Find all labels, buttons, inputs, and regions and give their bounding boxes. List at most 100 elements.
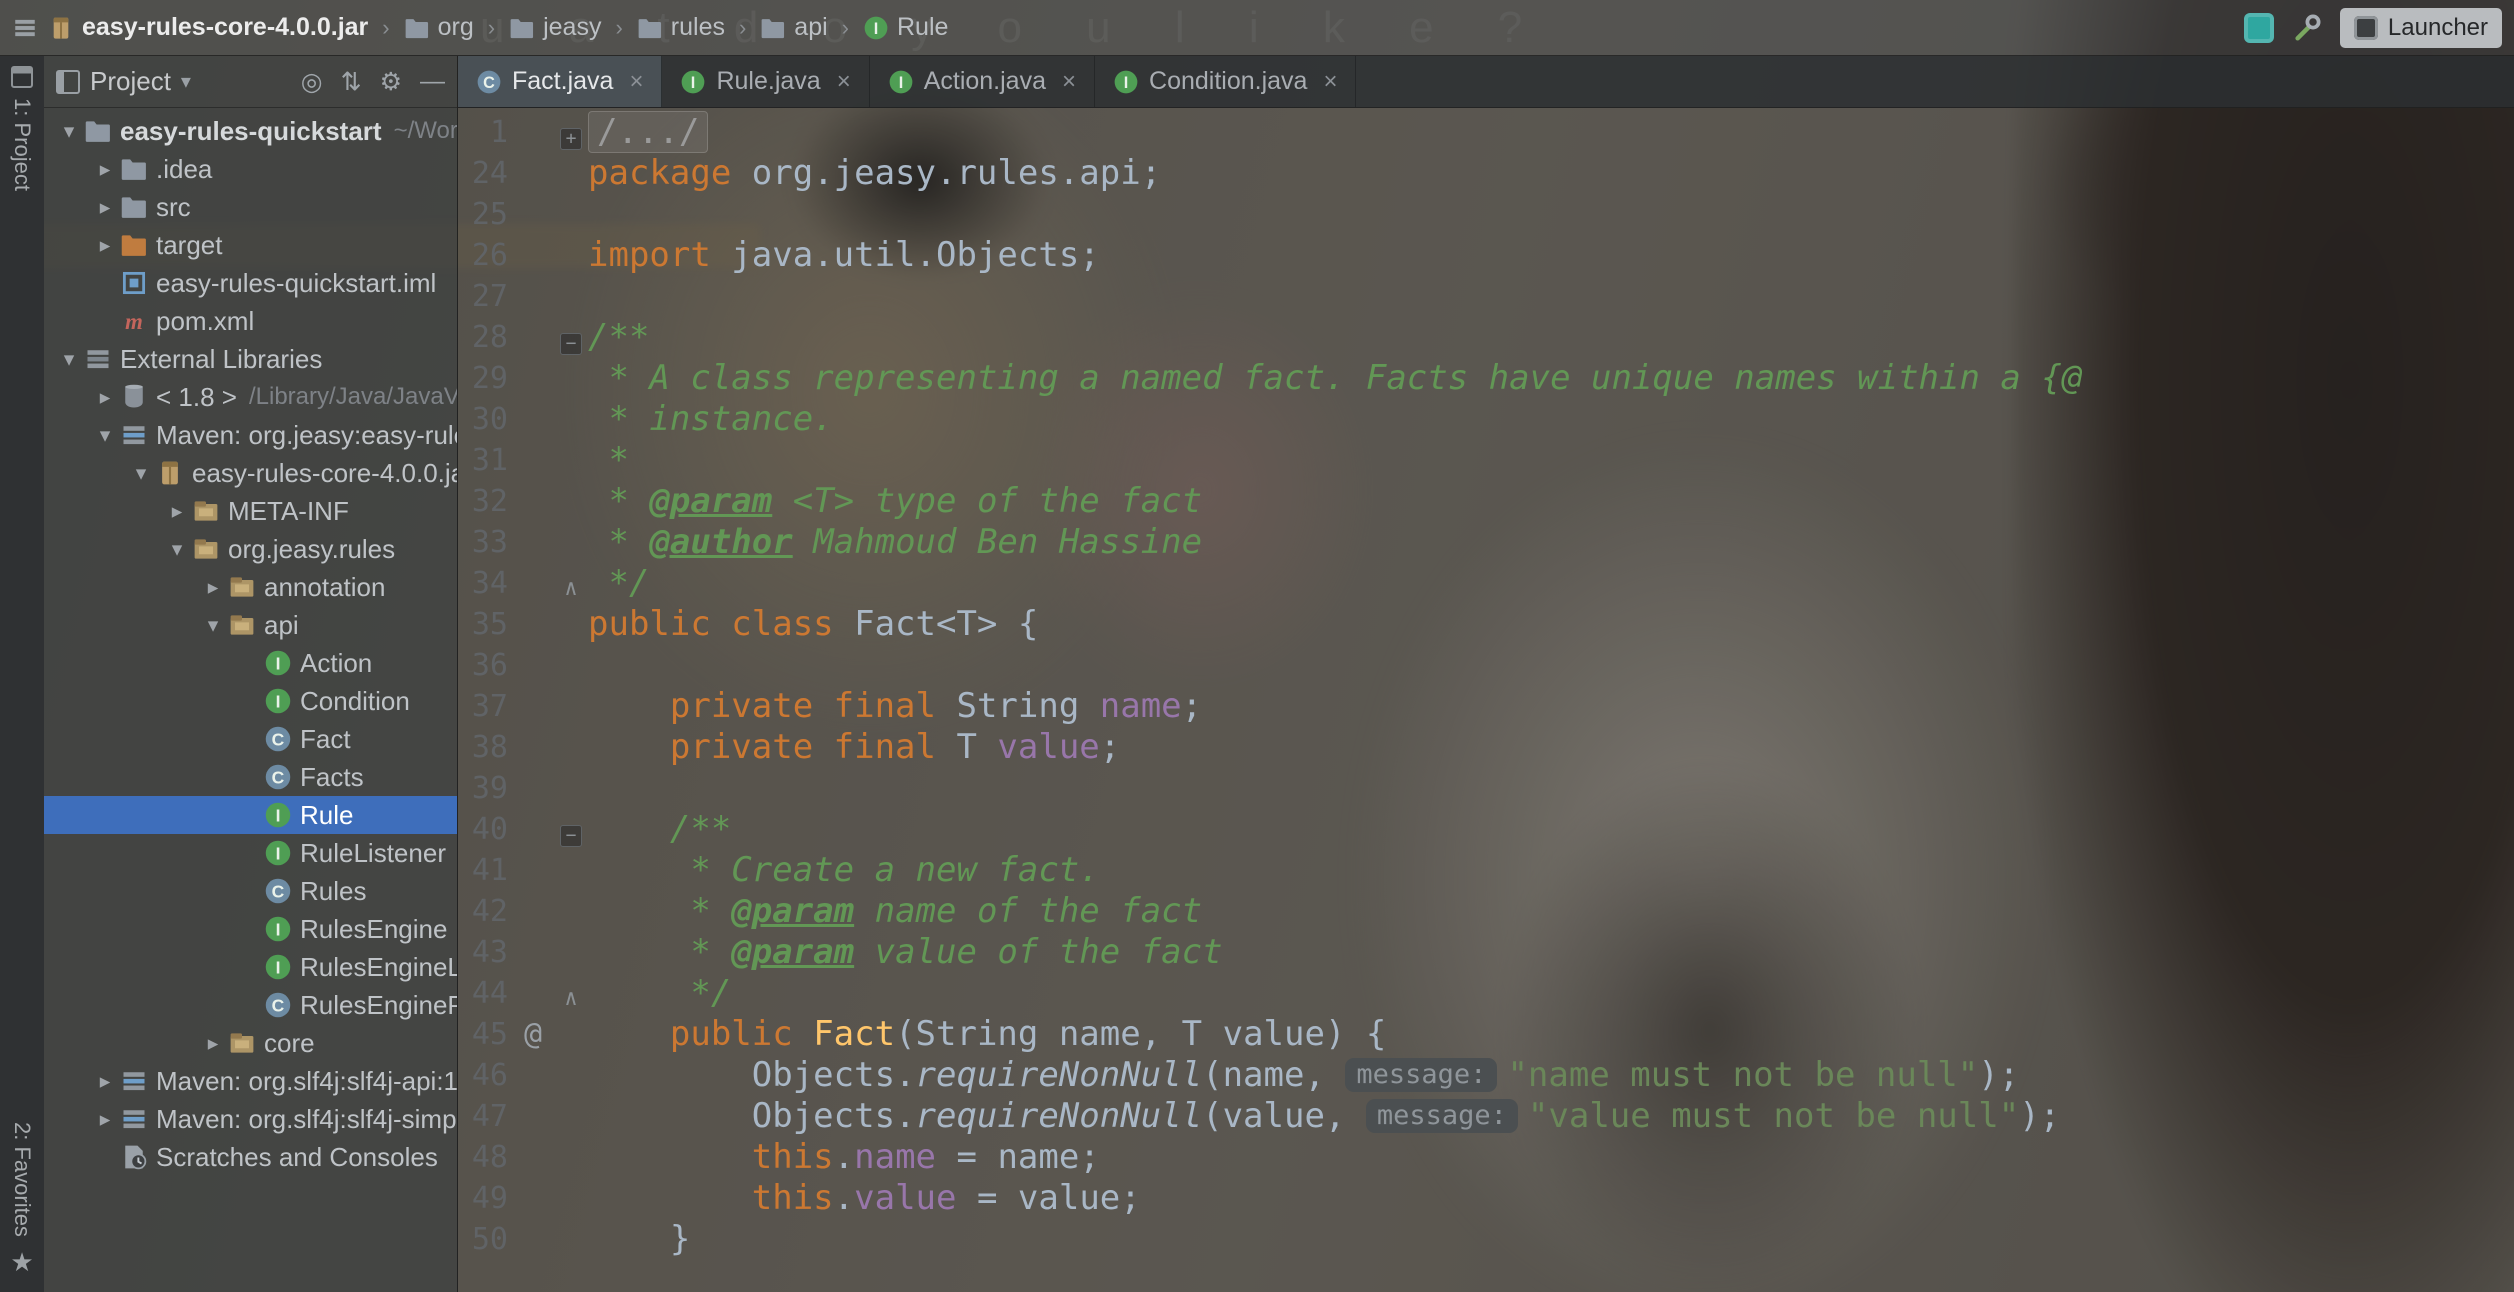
breadcrumb-item[interactable]: org [404,13,474,42]
tree-item-rulesengineparameters[interactable]: CRulesEngineParameters [44,986,457,1024]
launcher-button[interactable]: Launcher [2340,8,2502,48]
chevron-right-icon[interactable]: ▸ [198,1031,228,1056]
interface-icon: I [264,915,292,943]
tree-item-maven-org-jeasy-easy-rules-core-4-0-0[interactable]: ▾Maven: org.jeasy:easy-rules-core:4.0.0 [44,416,457,454]
code-line: 38 private final T value; [458,727,2514,768]
code-token: @param [731,891,854,931]
close-icon[interactable]: × [1062,68,1076,96]
code-token: /** [670,809,731,849]
wrench-icon[interactable] [2292,13,2322,43]
line-number: 39 [458,771,512,806]
project-panel-title[interactable]: Project [90,66,171,97]
tree-item-idea[interactable]: ▸.idea [44,150,457,188]
folder-excluded-icon [120,231,148,259]
breadcrumb-item[interactable]: IRule [863,13,948,42]
chevron-down-icon[interactable]: ▾ [54,119,84,144]
code-token: ); [2019,1096,2060,1136]
breadcrumb-item[interactable]: jeasy [509,13,601,42]
fold-marker[interactable]: ∧ [554,564,588,604]
tree-item-api[interactable]: ▾api [44,606,457,644]
tree-item-fact[interactable]: CFact [44,720,457,758]
tree-item-rules[interactable]: CRules [44,872,457,910]
chevron-right-icon[interactable]: ▸ [90,1107,120,1132]
tree-item-rule[interactable]: IRule [44,796,457,834]
tree-item-condition[interactable]: ICondition [44,682,457,720]
code-lines[interactable]: 1+/.../24package org.jeasy.rules.api;252… [458,108,2514,1292]
chevron-right-icon[interactable]: ▸ [90,157,120,182]
collapse-all-icon[interactable]: ⇅ [341,67,362,97]
chevron-down-icon[interactable]: ▾ [54,347,84,372]
tree-item-easy-rules-quickstart-iml[interactable]: easy-rules-quickstart.iml [44,264,457,302]
chevron-down-icon[interactable]: ▾ [126,461,156,486]
tool-window-button-project[interactable]: 1: Project [9,98,35,191]
code-line: 46 Objects.requireNonNull(name, message:… [458,1055,2514,1096]
teal-badge-icon[interactable] [2244,13,2274,43]
breadcrumb-item[interactable]: rules [637,13,725,42]
tree-item-rulesengine[interactable]: I RulesEngine [44,910,457,948]
chevron-down-icon[interactable]: ▾ [162,537,192,562]
close-icon[interactable]: × [1323,68,1337,96]
tree-item-maven-org-slf4j-slf4j-simple-1-7-30[interactable]: ▸Maven: org.slf4j:slf4j-simple:1.7.30 [44,1100,457,1138]
close-icon[interactable]: × [629,68,643,96]
tree-item-src[interactable]: ▸src [44,188,457,226]
jar-icon [48,15,74,41]
line-number: 27 [458,279,512,314]
editor-tab-rule-java[interactable]: IRule.java× [662,56,869,107]
svg-text:I: I [276,919,281,939]
tree-item-easy-rules-core-4-0-0-jar[interactable]: ▾easy-rules-core-4.0.0.jarlibrary root [44,454,457,492]
chevron-right-icon[interactable]: ▸ [162,499,192,524]
breadcrumb-item[interactable]: api [760,13,827,42]
code-token: /** [588,317,649,357]
fold-marker[interactable]: ∧ [554,974,588,1014]
tree-item-pom-xml[interactable]: mpom.xml [44,302,457,340]
breadcrumb-item[interactable]: easy-rules-core-4.0.0.jar [48,13,368,42]
fold-marker[interactable]: − [554,318,588,358]
line-number: 48 [458,1140,512,1175]
code-line: 50 } [458,1219,2514,1260]
tree-item-core[interactable]: ▸core [44,1024,457,1062]
hide-panel-icon[interactable]: — [420,67,445,97]
tree-item-rulesenginelistener[interactable]: IRulesEngineListener [44,948,457,986]
tree-item-org-jeasy-rules[interactable]: ▾org.jeasy.rules [44,530,457,568]
tree-item-rulelistener[interactable]: IRuleListener [44,834,457,872]
code-token: value [997,727,1099,767]
tool-window-button-favorites[interactable]: 2: Favorites [9,1122,35,1237]
editor-tab-fact-java[interactable]: CFact.java× [458,56,662,107]
tree-item-meta-inf[interactable]: ▸META-INF [44,492,457,530]
tree-item-scratches-and-consoles[interactable]: Scratches and Consoles [44,1138,457,1176]
chevron-right-icon[interactable]: ▸ [90,195,120,220]
window-menu-icon[interactable] [12,15,38,41]
tree-item-facts[interactable]: CFacts [44,758,457,796]
close-icon[interactable]: × [837,68,851,96]
chevron-down-icon[interactable]: ▾ [90,423,120,448]
chevron-right-icon[interactable]: ▸ [90,233,120,258]
code-token: * A class representing a named fact. Fac… [588,358,2082,398]
chevron-down-icon[interactable]: ▾ [181,69,191,94]
breadcrumb-separator-icon: › [382,15,389,41]
fold-marker[interactable]: + [554,113,588,153]
tree-item-external-libraries[interactable]: ▾External Libraries [44,340,457,378]
settings-gear-icon[interactable]: ⚙ [380,67,402,97]
chevron-right-icon[interactable]: ▸ [90,1069,120,1094]
tree-item-annotation[interactable]: ▸annotation [44,568,457,606]
editor-tab-condition-java[interactable]: ICondition.java× [1095,56,1356,107]
tree-item-easy-rules-quickstart[interactable]: ▾easy-rules-quickstart~/Workspace/easy-r… [44,112,457,150]
tree-item-target[interactable]: ▸target [44,226,457,264]
chevron-right-icon[interactable]: ▸ [90,385,120,410]
code-token: requireNonNull [916,1055,1203,1095]
tree-item-action[interactable]: IAction [44,644,457,682]
fold-marker[interactable]: − [554,810,588,850]
tree-item-maven-org-slf4j-slf4j-api-1-7-30[interactable]: ▸Maven: org.slf4j:slf4j-api:1.7.30 [44,1062,457,1100]
svg-text:I: I [276,843,281,863]
editor-tab-action-java[interactable]: IAction.java× [870,56,1095,107]
chevron-down-icon[interactable]: ▾ [198,613,228,638]
tab-label: Condition.java [1149,67,1307,96]
locate-icon[interactable]: ◎ [301,67,323,97]
chevron-right-icon[interactable]: ▸ [198,575,228,600]
code-token: ; [1182,686,1202,726]
jdk-icon [120,383,148,411]
code-text: /.../ [588,112,708,153]
gutter-annotation[interactable]: @ [512,1017,554,1052]
tree-item-1-8[interactable]: ▸< 1.8 >/Library/Java/JavaVirtualMachine… [44,378,457,416]
tree-item-label: RulesEngine [300,914,447,945]
